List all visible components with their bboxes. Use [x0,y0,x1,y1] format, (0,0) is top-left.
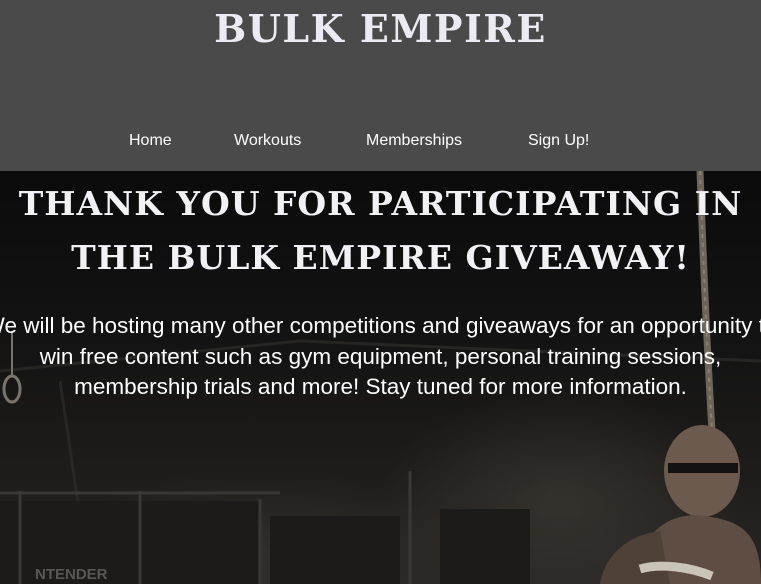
main-nav: Home Workouts Memberships Sign Up! [0,128,761,154]
background-sign-text: NTENDER [35,566,108,583]
site-header: BULK EMPIRE Home Workouts Memberships Si… [0,0,761,171]
hero-section: NTENDER THANK YOU FOR PARTICIPATING IN T… [0,171,761,584]
giveaway-heading: THANK YOU FOR PARTICIPATING IN THE BULK … [18,184,743,277]
nav-link-workouts[interactable]: Workouts [234,128,301,154]
giveaway-message: We will be hosting many other competitio… [0,313,761,399]
nav-link-sign-up[interactable]: Sign Up! [528,128,589,154]
nav-link-home[interactable]: Home [129,128,172,154]
nav-link-memberships[interactable]: Memberships [366,128,462,154]
site-title: BULK EMPIRE [214,6,547,51]
athlete-figure [600,425,761,584]
